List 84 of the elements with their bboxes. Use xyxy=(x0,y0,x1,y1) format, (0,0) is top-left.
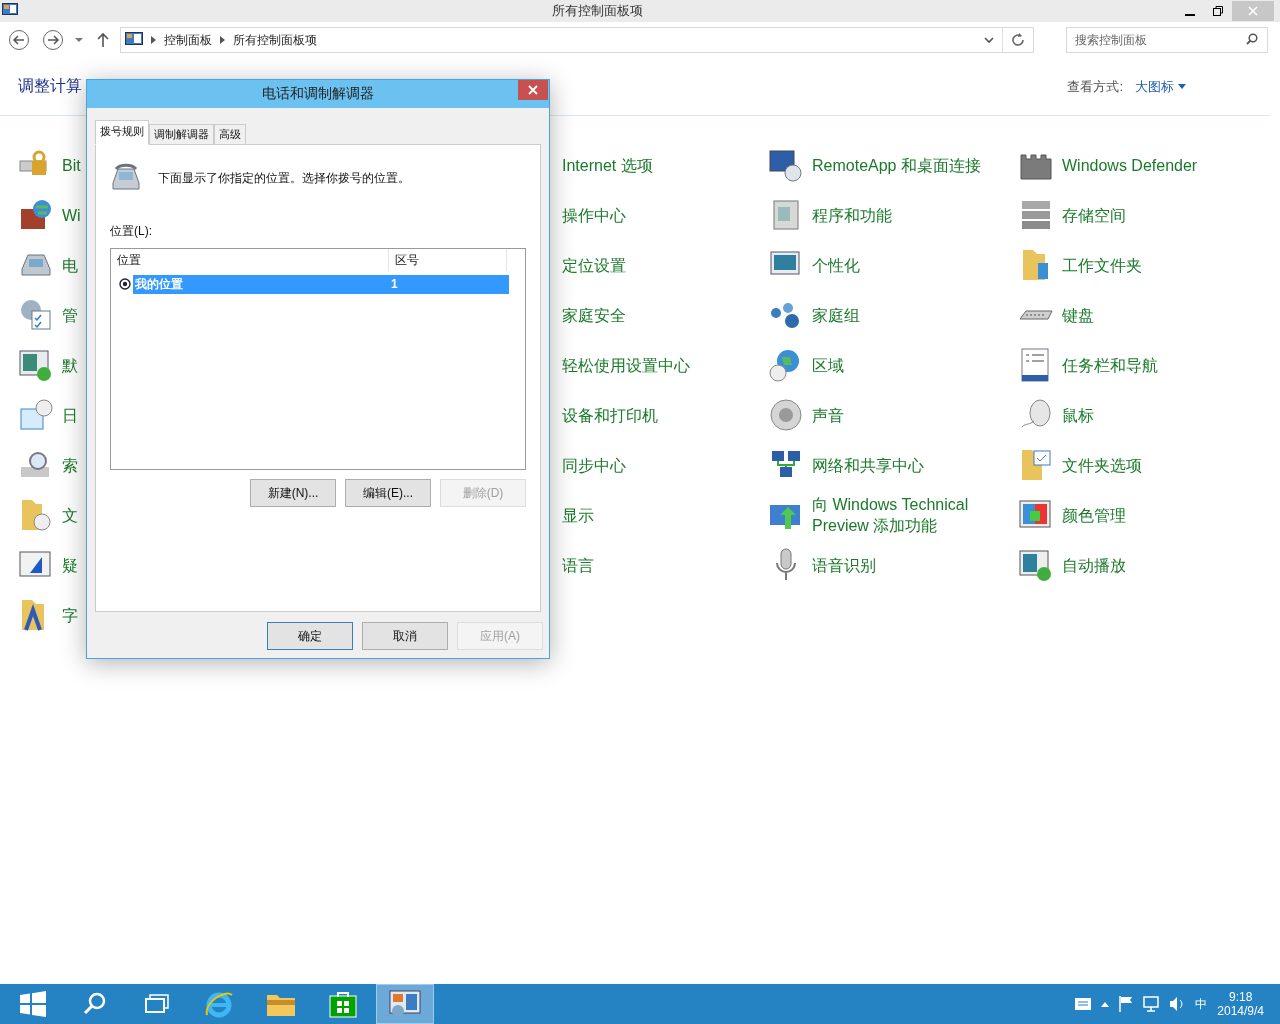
dialog-button[interactable]: 编辑(E)... xyxy=(345,479,431,507)
column-header[interactable]: 区号 xyxy=(389,249,507,271)
search-field[interactable]: 搜索控制面板 xyxy=(1066,27,1268,53)
keyboard-icon xyxy=(1018,308,1054,322)
address-bar[interactable]: 控制面板 所有控制面板项 xyxy=(120,27,1034,53)
breadcrumb-item[interactable]: 控制面板 xyxy=(164,31,212,49)
control-panel-link[interactable]: Internet 选项 xyxy=(562,154,752,176)
control-panel-link[interactable]: 定位设置 xyxy=(562,254,752,276)
control-panel-link[interactable]: 鼠标 xyxy=(1062,404,1252,426)
search-icon xyxy=(83,992,107,1016)
control-panel-link[interactable]: 程序和功能 xyxy=(812,204,1002,226)
control-panel-link[interactable]: 文件夹选项 xyxy=(1062,454,1252,476)
control-panel-link[interactable]: 设备和打印机 xyxy=(562,404,752,426)
keyboard-icon[interactable] xyxy=(1075,998,1092,1010)
dropdown-caret-icon[interactable] xyxy=(74,37,84,43)
control-panel-link[interactable]: 语音识别 xyxy=(812,554,1002,576)
windows-stack-icon xyxy=(145,994,169,1014)
control-panel-link[interactable]: 语言 xyxy=(562,554,752,576)
back-icon[interactable] xyxy=(8,29,30,51)
column-header[interactable]: 位置 xyxy=(111,249,389,271)
network-icon[interactable] xyxy=(1143,996,1160,1012)
tab[interactable]: 高级 xyxy=(214,124,246,145)
close-icon xyxy=(528,85,538,95)
dialog-title: 电话和调制解调器 xyxy=(262,85,374,103)
volume-icon[interactable] xyxy=(1169,996,1186,1012)
control-panel-icon xyxy=(125,32,143,48)
clock-date[interactable]: 2014/9/4 xyxy=(1217,1004,1264,1018)
control-panel-link[interactable]: 显示 xyxy=(562,504,752,526)
control-panel-link[interactable]: RemoteApp 和桌面连接 xyxy=(812,154,1002,176)
clock-time[interactable]: 9:18 xyxy=(1228,990,1253,1004)
control-panel-link[interactable]: 键盘 xyxy=(1062,304,1252,326)
control-panel-link[interactable]: 轻松使用设置中心 xyxy=(562,354,752,376)
dialog-button[interactable]: 确定 xyxy=(267,622,353,650)
breadcrumb-item[interactable]: 所有控制面板项 xyxy=(233,31,317,49)
windows-logo-icon xyxy=(20,991,46,1017)
control-panel-link[interactable]: 向 Windows Technical Preview 添加功能 xyxy=(812,494,1002,536)
view-mode-link[interactable]: 大图标 xyxy=(1135,77,1186,96)
list-row[interactable]: 我的位置 1 xyxy=(133,274,509,294)
flag-icon[interactable] xyxy=(1119,996,1134,1012)
up-arrow-icon[interactable] xyxy=(96,32,110,48)
chevron-right-icon xyxy=(220,36,225,44)
search-icon[interactable] xyxy=(1246,33,1258,45)
control-panel-link[interactable]: 家庭安全 xyxy=(562,304,752,326)
control-panel-link[interactable]: 同步中心 xyxy=(562,454,752,476)
refresh-icon[interactable] xyxy=(1011,33,1025,47)
window-title: 所有控制面板项 xyxy=(550,2,644,20)
control-panel-link[interactable]: 个性化 xyxy=(812,254,1002,276)
control-panel-link[interactable]: 存储空间 xyxy=(1062,204,1252,226)
control-panel-icon xyxy=(388,989,422,1019)
dialog-button[interactable]: 新建(N)... xyxy=(250,479,336,507)
list-label: 位置(L): xyxy=(110,223,153,240)
speaker-icon xyxy=(768,397,804,433)
control-panel-link[interactable]: Windows Defender xyxy=(1062,154,1252,176)
minimize-icon xyxy=(1185,14,1195,16)
monitor-check-icon xyxy=(18,347,54,383)
control-panel-link[interactable]: 颜色管理 xyxy=(1062,504,1252,526)
control-panel-link[interactable]: 声音 xyxy=(812,404,1002,426)
caret-up-icon[interactable] xyxy=(1101,1001,1110,1007)
view-label: 查看方式: xyxy=(1067,77,1123,96)
radio-icon xyxy=(119,278,131,290)
control-panel-link[interactable]: 自动播放 xyxy=(1062,554,1252,576)
input-method-indicator[interactable]: 中 xyxy=(1195,995,1208,1013)
tab[interactable]: 调制解调器 xyxy=(149,124,214,145)
chevron-right-icon xyxy=(151,36,156,44)
control-panel-link[interactable]: 操作中心 xyxy=(562,204,752,226)
close-button[interactable] xyxy=(518,80,548,100)
monitor-play-icon xyxy=(1018,547,1054,583)
taskbar-button[interactable] xyxy=(376,984,434,1024)
restore-icon xyxy=(1213,6,1223,16)
forward-icon[interactable] xyxy=(42,29,64,51)
page-heading: 调整计算 xyxy=(18,76,82,96)
control-panel-link[interactable]: 区域 xyxy=(812,354,1002,376)
tab[interactable]: 拨号规则 xyxy=(95,120,149,145)
control-panel-link[interactable]: 家庭组 xyxy=(812,304,1002,326)
dialog-button[interactable]: 取消 xyxy=(362,622,448,650)
chevron-down-icon[interactable] xyxy=(984,36,994,44)
caret-down-icon xyxy=(1178,84,1186,89)
description-text: 下面显示了你指定的位置。选择你拨号的位置。 xyxy=(158,169,410,187)
close-icon xyxy=(1248,6,1258,16)
store-bag-icon xyxy=(329,990,357,1018)
phone-icon xyxy=(110,163,142,193)
control-panel-link[interactable]: 工作文件夹 xyxy=(1062,254,1252,276)
control-panel-link[interactable]: 任务栏和导航 xyxy=(1062,354,1252,376)
control-panel-link[interactable]: 网络和共享中心 xyxy=(812,454,1002,476)
